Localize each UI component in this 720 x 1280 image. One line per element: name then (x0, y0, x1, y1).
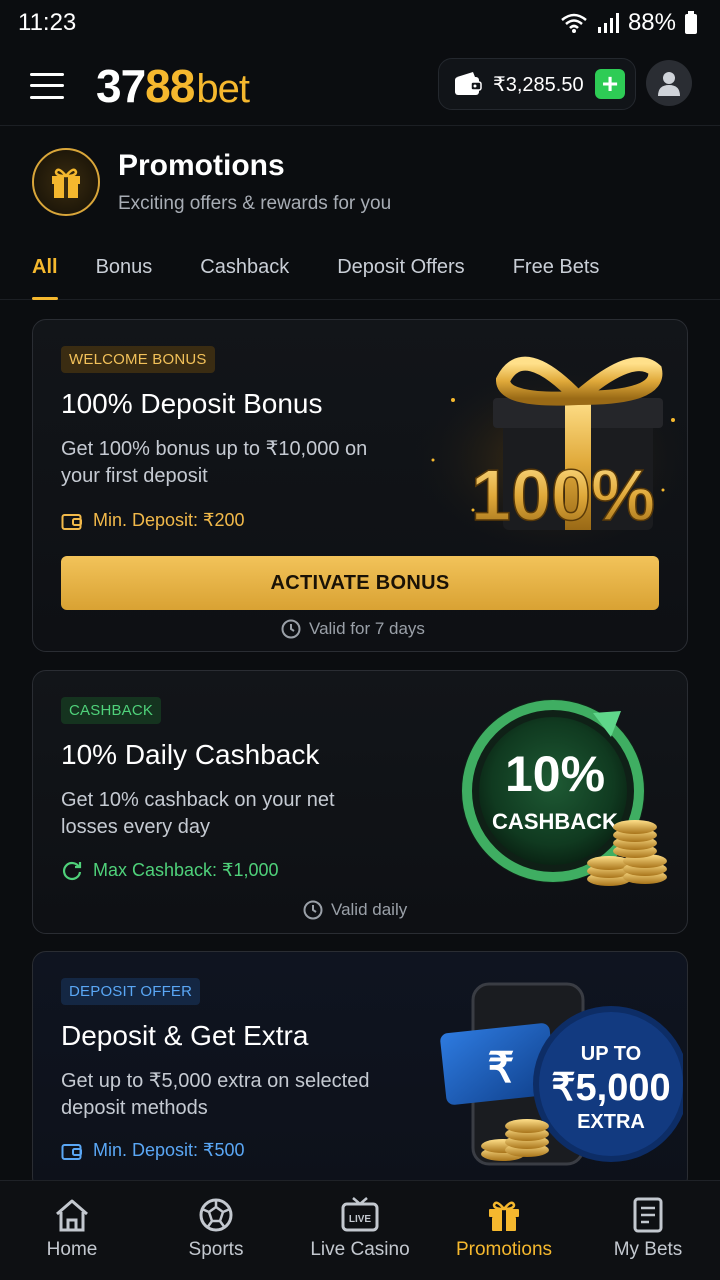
promo-description: Get 10% cashback on your net losses ever… (61, 789, 335, 838)
deposit-art-amount: ₹5,000 (551, 1067, 670, 1109)
status-bar: 11:23 88% (0, 0, 720, 46)
status-time: 11:23 (18, 9, 77, 36)
deposit-offer-illustration: ₹ UP TO ₹5,000 EXTRA (403, 978, 687, 1190)
promo-validity: Valid daily (303, 900, 407, 920)
cashback-art-label: CASHBACK (492, 809, 618, 834)
nav-my-bets[interactable]: My Bets (576, 1181, 720, 1280)
bet-slip-icon (633, 1197, 663, 1233)
cashback-illustration: 10% CASHBACK (413, 691, 683, 901)
user-avatar[interactable] (646, 60, 692, 106)
gift-icon (52, 168, 80, 198)
tab-all[interactable]: All (32, 240, 58, 300)
activate-bonus-button[interactable]: ACTIVATE BONUS (61, 556, 659, 610)
bonus-art-text: 100% (471, 456, 655, 536)
promo-title: 100% Deposit Bonus (61, 388, 323, 419)
promo-min-deposit: Min. Deposit: ₹200 (61, 510, 245, 531)
svg-text:LIVE: LIVE (349, 1214, 372, 1225)
deposit-art-upto: UP TO (581, 1043, 641, 1065)
home-icon (56, 1199, 88, 1232)
refresh-icon (62, 861, 82, 881)
clock-icon (303, 900, 323, 920)
page-subtitle: Exciting offers & rewards for you (118, 193, 392, 214)
deposit-art-extra: EXTRA (577, 1111, 645, 1133)
promo-badge: DEPOSIT OFFER (61, 978, 201, 1005)
bottom-navigation: Home Sports LIVE Live Casino Promotions (0, 1180, 720, 1280)
page-heading: Promotions Exciting offers & rewards for… (32, 148, 391, 216)
promo-title: 10% Daily Cashback (61, 739, 320, 770)
promo-max-cashback: Max Cashback: ₹1,000 (61, 859, 279, 881)
nav-sports[interactable]: Sports (144, 1181, 288, 1280)
add-funds-button[interactable]: + (595, 69, 625, 99)
promo-card-welcome-bonus[interactable]: WELCOME BONUS 100% Deposit Bonus Get 100… (32, 319, 688, 652)
promo-tabs: All Bonus Cashback Deposit Offers Free B… (0, 240, 720, 300)
signal-icon (597, 13, 619, 33)
tab-deposit-offers[interactable]: Deposit Offers (337, 240, 464, 300)
promo-validity: Valid for 7 days (281, 619, 425, 639)
menu-icon[interactable] (30, 72, 64, 99)
nav-promotions[interactable]: Promotions (432, 1181, 576, 1280)
cashback-art-percent: 10% (505, 746, 605, 802)
gift-badge (32, 148, 100, 216)
wifi-icon (561, 13, 587, 33)
promo-badge: CASHBACK (61, 697, 162, 724)
promo-card-cashback[interactable]: CASHBACK 10% Daily Cashback Get 10% cash… (32, 670, 688, 934)
gift-icon (489, 1201, 519, 1231)
nav-live-casino[interactable]: LIVE Live Casino (288, 1181, 432, 1280)
brand-logo[interactable]: 37 88 bet (96, 59, 250, 113)
nav-home[interactable]: Home (0, 1181, 144, 1280)
wallet-icon (61, 513, 82, 530)
card-currency-symbol: ₹ (488, 1044, 515, 1091)
promo-description: Get 100% bonus up to ₹10,000 on your fir… (61, 438, 368, 487)
tab-free-bets[interactable]: Free Bets (513, 240, 600, 300)
promo-min-deposit: Min. Deposit: ₹500 (61, 1140, 245, 1161)
promo-title: Deposit & Get Extra (61, 1020, 309, 1051)
user-icon (658, 72, 680, 96)
battery-icon (685, 11, 697, 34)
status-icons: 88% (560, 9, 698, 37)
soccer-ball-icon (199, 1198, 233, 1232)
promo-badge: WELCOME BONUS (61, 346, 215, 373)
wallet-amount: ₹3,285.50 (493, 73, 584, 96)
promo-description: Get up to ₹5,000 extra on selected depos… (61, 1070, 370, 1119)
tab-bonus[interactable]: Bonus (96, 240, 153, 300)
wallet-icon (455, 72, 482, 95)
tab-cashback[interactable]: Cashback (200, 240, 289, 300)
gift-box-illustration: 100% (393, 340, 687, 560)
promo-card-deposit-offer[interactable]: DEPOSIT OFFER Deposit & Get Extra Get up… (32, 951, 688, 1191)
clock-icon (281, 619, 301, 639)
app-header: 37 88 bet ₹3,285.50 + (0, 46, 720, 126)
battery-percent: 88% (627, 9, 676, 36)
wallet-icon (61, 1143, 82, 1160)
wallet-balance-chip[interactable]: ₹3,285.50 + (438, 58, 636, 110)
live-tv-icon: LIVE (341, 1197, 379, 1232)
page-title: Promotions (118, 149, 285, 182)
